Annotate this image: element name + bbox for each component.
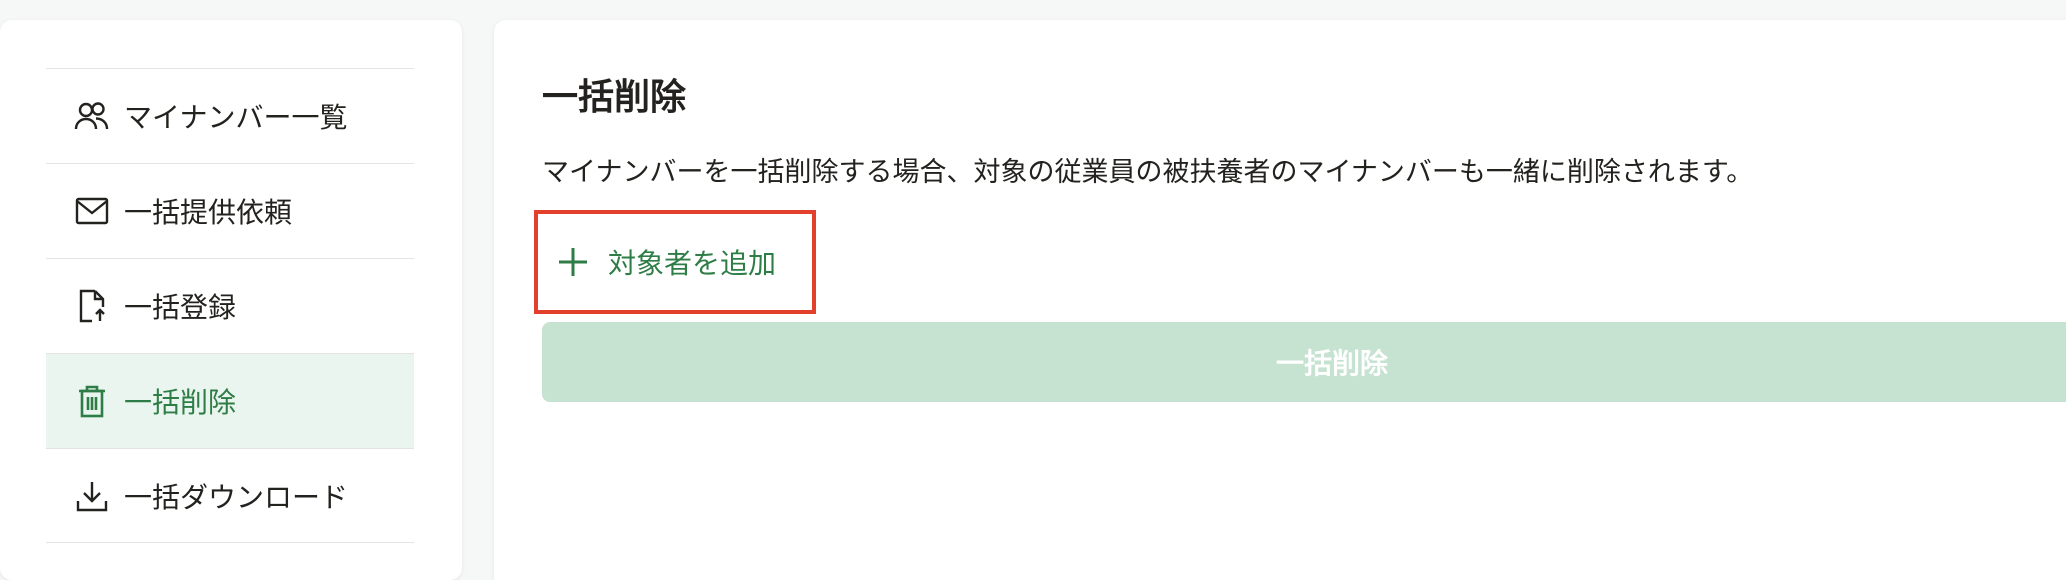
mail-icon bbox=[74, 193, 110, 229]
sidebar-nav: マイナンバー一覧 一括提供依頼 一括登録 一括削除 一括ダウンロード bbox=[46, 68, 414, 543]
sidebar-item-label: マイナンバー一覧 bbox=[124, 101, 348, 134]
main-panel: 一括削除 マイナンバーを一括削除する場合、対象の従業員の被扶養者のマイナンバーも… bbox=[494, 20, 2066, 580]
sidebar-item-bulk-download[interactable]: 一括ダウンロード bbox=[46, 448, 414, 543]
sidebar-item-bulk-delete[interactable]: 一括削除 bbox=[46, 353, 414, 448]
download-icon bbox=[74, 478, 110, 514]
file-upload-icon bbox=[74, 288, 110, 324]
sidebar-item-bulk-register[interactable]: 一括登録 bbox=[46, 258, 414, 353]
trash-icon bbox=[74, 383, 110, 419]
sidebar-item-bulk-request[interactable]: 一括提供依頼 bbox=[46, 163, 414, 258]
sidebar-item-label: 一括登録 bbox=[124, 291, 237, 324]
plus-icon bbox=[556, 245, 590, 279]
add-target-label: 対象者を追加 bbox=[608, 247, 777, 280]
sidebar-item-label: 一括ダウンロード bbox=[124, 480, 349, 514]
add-target-button[interactable]: 対象者を追加 bbox=[534, 210, 816, 314]
sidebar: マイナンバー一覧 一括提供依頼 一括登録 一括削除 一括ダウンロード bbox=[0, 20, 462, 580]
sidebar-item-label: 一括削除 bbox=[124, 386, 237, 419]
sidebar-item-label: 一括提供依頼 bbox=[124, 196, 293, 229]
description-text: マイナンバーを一括削除する場合、対象の従業員の被扶養者のマイナンバーも一緒に削除… bbox=[542, 157, 1754, 188]
page-title: 一括削除 bbox=[542, 77, 687, 118]
sidebar-item-my-number-list[interactable]: マイナンバー一覧 bbox=[46, 68, 414, 163]
users-icon bbox=[74, 98, 110, 134]
bulk-delete-button[interactable]: 一括削除 bbox=[542, 322, 2066, 402]
